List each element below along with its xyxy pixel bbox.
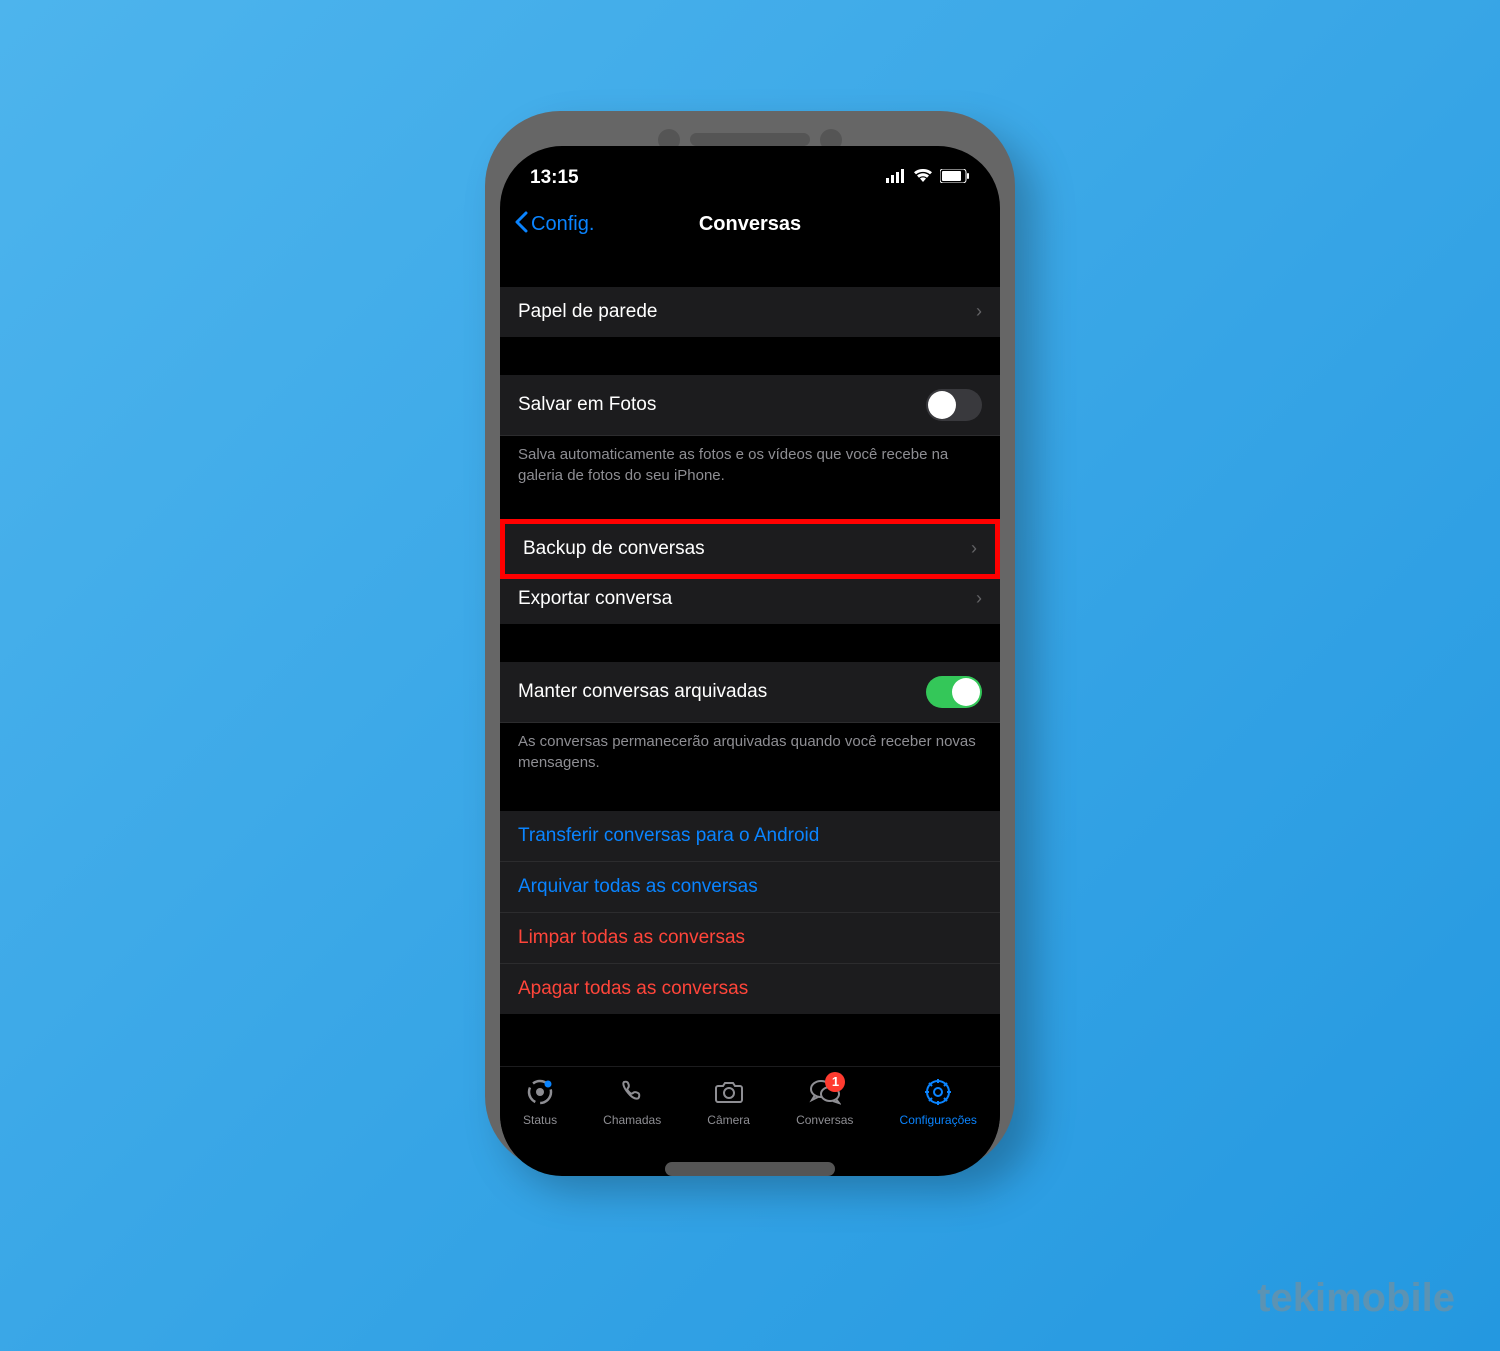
- transfer-android-label: Transferir conversas para o Android: [518, 825, 819, 847]
- tab-settings-label: Configurações: [900, 1113, 977, 1127]
- tab-settings[interactable]: Configurações: [900, 1075, 977, 1127]
- delete-all-row[interactable]: Apagar todas as conversas: [500, 964, 1000, 1014]
- export-chat-row[interactable]: Exportar conversa ›: [500, 574, 1000, 624]
- save-photos-label: Salvar em Fotos: [518, 394, 656, 416]
- status-icon: [523, 1075, 557, 1109]
- delete-all-label: Apagar todas as conversas: [518, 978, 748, 1000]
- chevron-left-icon: [514, 211, 528, 239]
- tab-bar: Status Chamadas Câmera 1 Conversas: [500, 1066, 1000, 1156]
- archive-all-label: Arquivar todas as conversas: [518, 876, 758, 898]
- wallpaper-label: Papel de parede: [518, 301, 657, 323]
- tab-chats-label: Conversas: [796, 1113, 853, 1127]
- tab-status-label: Status: [523, 1113, 557, 1127]
- tab-camera-label: Câmera: [707, 1113, 750, 1127]
- tab-calls[interactable]: Chamadas: [603, 1075, 661, 1127]
- chevron-right-icon: ›: [976, 588, 982, 609]
- tab-status[interactable]: Status: [523, 1075, 557, 1127]
- save-photos-toggle[interactable]: [926, 389, 982, 421]
- signal-icon: [886, 167, 906, 189]
- page-title: Conversas: [699, 213, 801, 236]
- save-photos-row[interactable]: Salvar em Fotos: [500, 375, 1000, 436]
- phone-frame: 13:15 Config. Conversas: [485, 111, 1015, 1171]
- transfer-android-row[interactable]: Transferir conversas para o Android: [500, 811, 1000, 862]
- battery-icon: [940, 167, 970, 189]
- status-bar: 13:15: [500, 156, 1000, 201]
- keep-archived-row[interactable]: Manter conversas arquivadas: [500, 662, 1000, 723]
- clear-all-row[interactable]: Limpar todas as conversas: [500, 913, 1000, 964]
- backup-chats-row[interactable]: Backup de conversas ›: [500, 519, 1000, 579]
- wifi-icon: [913, 167, 933, 189]
- tab-camera[interactable]: Câmera: [707, 1075, 750, 1127]
- keep-archived-footer: As conversas permanecerão arquivadas qua…: [500, 723, 1000, 773]
- keep-archived-toggle[interactable]: [926, 676, 982, 708]
- backup-chats-label: Backup de conversas: [523, 538, 705, 560]
- chevron-right-icon: ›: [971, 538, 977, 559]
- back-label: Config.: [531, 213, 594, 236]
- wallpaper-row[interactable]: Papel de parede ›: [500, 287, 1000, 337]
- chevron-right-icon: ›: [976, 301, 982, 322]
- home-indicator: [665, 1162, 835, 1176]
- phone-icon: [615, 1075, 649, 1109]
- chats-badge: 1: [825, 1072, 845, 1092]
- navigation-header: Config. Conversas: [500, 201, 1000, 257]
- tab-calls-label: Chamadas: [603, 1113, 661, 1127]
- export-chat-label: Exportar conversa: [518, 588, 672, 610]
- archive-all-row[interactable]: Arquivar todas as conversas: [500, 862, 1000, 913]
- watermark: tekimobile: [1257, 1276, 1455, 1321]
- clear-all-label: Limpar todas as conversas: [518, 927, 745, 949]
- status-time: 13:15: [530, 167, 579, 189]
- tab-chats[interactable]: 1 Conversas: [796, 1075, 853, 1127]
- phone-screen: 13:15 Config. Conversas: [500, 146, 1000, 1176]
- settings-content[interactable]: Papel de parede › Salvar em Fotos Salva …: [500, 257, 1000, 1066]
- back-button[interactable]: Config.: [514, 211, 594, 239]
- save-photos-footer: Salva automaticamente as fotos e os víde…: [500, 436, 1000, 486]
- camera-icon: [712, 1075, 746, 1109]
- keep-archived-label: Manter conversas arquivadas: [518, 681, 767, 703]
- gear-icon: [921, 1075, 955, 1109]
